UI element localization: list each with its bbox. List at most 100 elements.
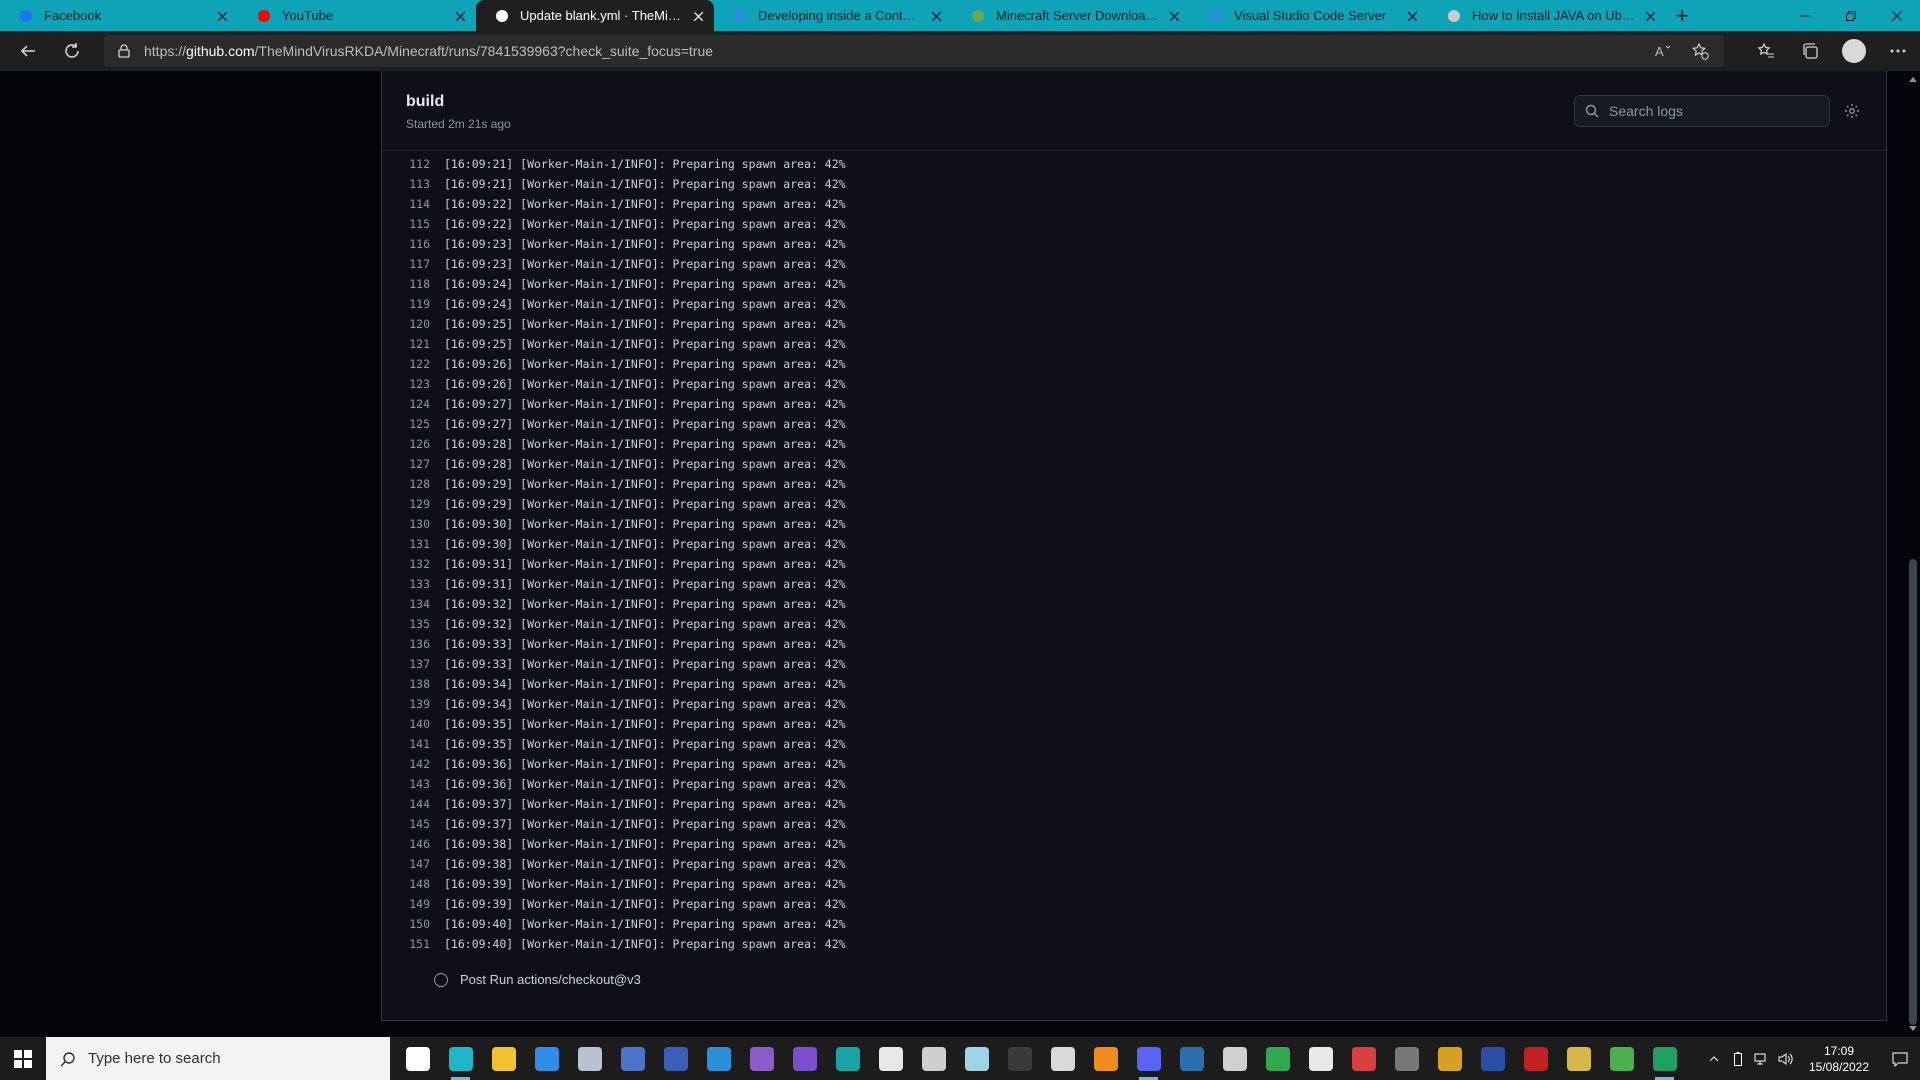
tab-close-icon[interactable] xyxy=(1642,8,1658,24)
taskbar-app-icon[interactable] xyxy=(1514,1037,1557,1080)
settings-more-button[interactable] xyxy=(1876,31,1920,71)
profile-button[interactable] xyxy=(1832,31,1876,71)
log-line-number[interactable]: 139 xyxy=(382,697,444,711)
log-line-number[interactable]: 120 xyxy=(382,317,444,331)
taskbar-search-box[interactable]: Type here to search xyxy=(46,1037,390,1080)
log-line-number[interactable]: 132 xyxy=(382,557,444,571)
log-line-number[interactable]: 142 xyxy=(382,757,444,771)
taskbar-app-icon[interactable] xyxy=(1041,1037,1084,1080)
log-line-number[interactable]: 112 xyxy=(382,157,444,171)
log-line-number[interactable]: 134 xyxy=(382,597,444,611)
browser-tab[interactable]: YouTube xyxy=(238,0,476,31)
scrollbar-thumb[interactable] xyxy=(1909,559,1917,1025)
search-logs-input[interactable] xyxy=(1607,102,1811,120)
log-line-number[interactable]: 119 xyxy=(382,297,444,311)
tab-close-icon[interactable] xyxy=(452,8,468,24)
log-line-number[interactable]: 129 xyxy=(382,497,444,511)
lock-icon[interactable] xyxy=(104,44,144,58)
taskbar-app-icon[interactable] xyxy=(568,1037,611,1080)
tab-close-icon[interactable] xyxy=(928,8,944,24)
log-line-number[interactable]: 148 xyxy=(382,877,444,891)
log-line-number[interactable]: 116 xyxy=(382,237,444,251)
taskbar-app-icon[interactable] xyxy=(654,1037,697,1080)
refresh-button[interactable] xyxy=(50,31,94,71)
notification-center-button[interactable] xyxy=(1880,1037,1920,1080)
taskbar-xbox-icon[interactable] xyxy=(1256,1037,1299,1080)
taskbar-app-icon[interactable] xyxy=(611,1037,654,1080)
browser-tab[interactable]: Visual Studio Code Server xyxy=(1190,0,1428,31)
taskbar-steam-icon[interactable] xyxy=(1170,1037,1213,1080)
taskbar-app-icon[interactable] xyxy=(1600,1037,1643,1080)
log-line-number[interactable]: 128 xyxy=(382,477,444,491)
browser-tab[interactable]: How to Install JAVA on Ubuntu 22.04 xyxy=(1428,0,1666,31)
taskbar-app-icon[interactable] xyxy=(912,1037,955,1080)
back-button[interactable] xyxy=(6,31,50,71)
taskbar-app-icon[interactable] xyxy=(1342,1037,1385,1080)
log-line-number[interactable]: 123 xyxy=(382,377,444,391)
taskbar-warcraft-icon[interactable] xyxy=(1428,1037,1471,1080)
log-line-number[interactable]: 133 xyxy=(382,577,444,591)
log-settings-button[interactable] xyxy=(1842,101,1862,121)
tab-close-icon[interactable] xyxy=(1166,8,1182,24)
volume-icon[interactable] xyxy=(1774,1037,1798,1080)
taskbar-unity-icon[interactable] xyxy=(1299,1037,1342,1080)
favorites-button[interactable] xyxy=(1744,31,1788,71)
start-button[interactable] xyxy=(0,1037,46,1080)
log-line-number[interactable]: 121 xyxy=(382,337,444,351)
taskbar-blender-icon[interactable] xyxy=(1084,1037,1127,1080)
scroll-down-arrow-icon[interactable] xyxy=(1909,1026,1917,1031)
taskbar-visual-studio-icon[interactable] xyxy=(740,1037,783,1080)
log-line-number[interactable]: 127 xyxy=(382,457,444,471)
taskbar-app-icon[interactable] xyxy=(1385,1037,1428,1080)
log-line-number[interactable]: 149 xyxy=(382,897,444,911)
taskbar-app-icon[interactable] xyxy=(697,1037,740,1080)
log-line-number[interactable]: 150 xyxy=(382,917,444,931)
read-aloud-button[interactable]: A xyxy=(1646,31,1682,71)
taskbar-file-explorer-icon[interactable] xyxy=(482,1037,525,1080)
log-line-number[interactable]: 136 xyxy=(382,637,444,651)
taskbar-app-icon[interactable] xyxy=(955,1037,998,1080)
tab-close-icon[interactable] xyxy=(214,8,230,24)
taskbar-terminal-icon[interactable] xyxy=(998,1037,1041,1080)
taskbar-app-icon[interactable] xyxy=(869,1037,912,1080)
taskbar-obs-icon[interactable] xyxy=(1213,1037,1256,1080)
taskbar-discord-icon[interactable] xyxy=(1127,1037,1170,1080)
close-window-button[interactable] xyxy=(1874,0,1920,31)
collections-button[interactable] xyxy=(1788,31,1832,71)
log-line-number[interactable]: 146 xyxy=(382,837,444,851)
log-line-number[interactable]: 131 xyxy=(382,537,444,551)
log-line-number[interactable]: 115 xyxy=(382,217,444,231)
log-line-number[interactable]: 135 xyxy=(382,617,444,631)
log-line-number[interactable]: 138 xyxy=(382,677,444,691)
browser-tab[interactable]: Developing inside a Container using Visu… xyxy=(714,0,952,31)
log-line-number[interactable]: 117 xyxy=(382,257,444,271)
new-tab-button[interactable]: + xyxy=(1666,0,1698,31)
step-post-run-checkout[interactable]: Post Run actions/checkout@v3 xyxy=(434,972,641,987)
log-line-number[interactable]: 144 xyxy=(382,797,444,811)
log-line-number[interactable]: 126 xyxy=(382,437,444,451)
taskbar-edge-icon[interactable] xyxy=(439,1037,482,1080)
taskbar-arduino-icon[interactable] xyxy=(826,1037,869,1080)
log-line-number[interactable]: 130 xyxy=(382,517,444,531)
browser-tab[interactable]: Facebook xyxy=(0,0,238,31)
taskbar-clock[interactable]: 17:09 15/08/2022 xyxy=(1798,1043,1880,1075)
battery-icon[interactable] xyxy=(1726,1037,1750,1080)
tab-close-icon[interactable] xyxy=(1404,8,1420,24)
taskbar-app-icon[interactable] xyxy=(1471,1037,1514,1080)
log-line-number[interactable]: 145 xyxy=(382,817,444,831)
taskbar-app-icon[interactable] xyxy=(1643,1037,1686,1080)
taskbar-task-view-icon[interactable] xyxy=(396,1037,439,1080)
taskbar-app-icon[interactable] xyxy=(1557,1037,1600,1080)
taskbar-github-desktop-icon[interactable] xyxy=(783,1037,826,1080)
tab-close-icon[interactable] xyxy=(690,8,706,24)
log-line-number[interactable]: 147 xyxy=(382,857,444,871)
log-line-number[interactable]: 140 xyxy=(382,717,444,731)
scroll-up-arrow-icon[interactable] xyxy=(1909,77,1917,82)
restore-button[interactable] xyxy=(1828,0,1874,31)
log-line-number[interactable]: 151 xyxy=(382,937,444,951)
search-logs-box[interactable] xyxy=(1574,95,1830,127)
log-line-number[interactable]: 125 xyxy=(382,417,444,431)
log-line-number[interactable]: 137 xyxy=(382,657,444,671)
log-line-number[interactable]: 122 xyxy=(382,357,444,371)
show-hidden-icons-button[interactable] xyxy=(1702,1037,1726,1080)
